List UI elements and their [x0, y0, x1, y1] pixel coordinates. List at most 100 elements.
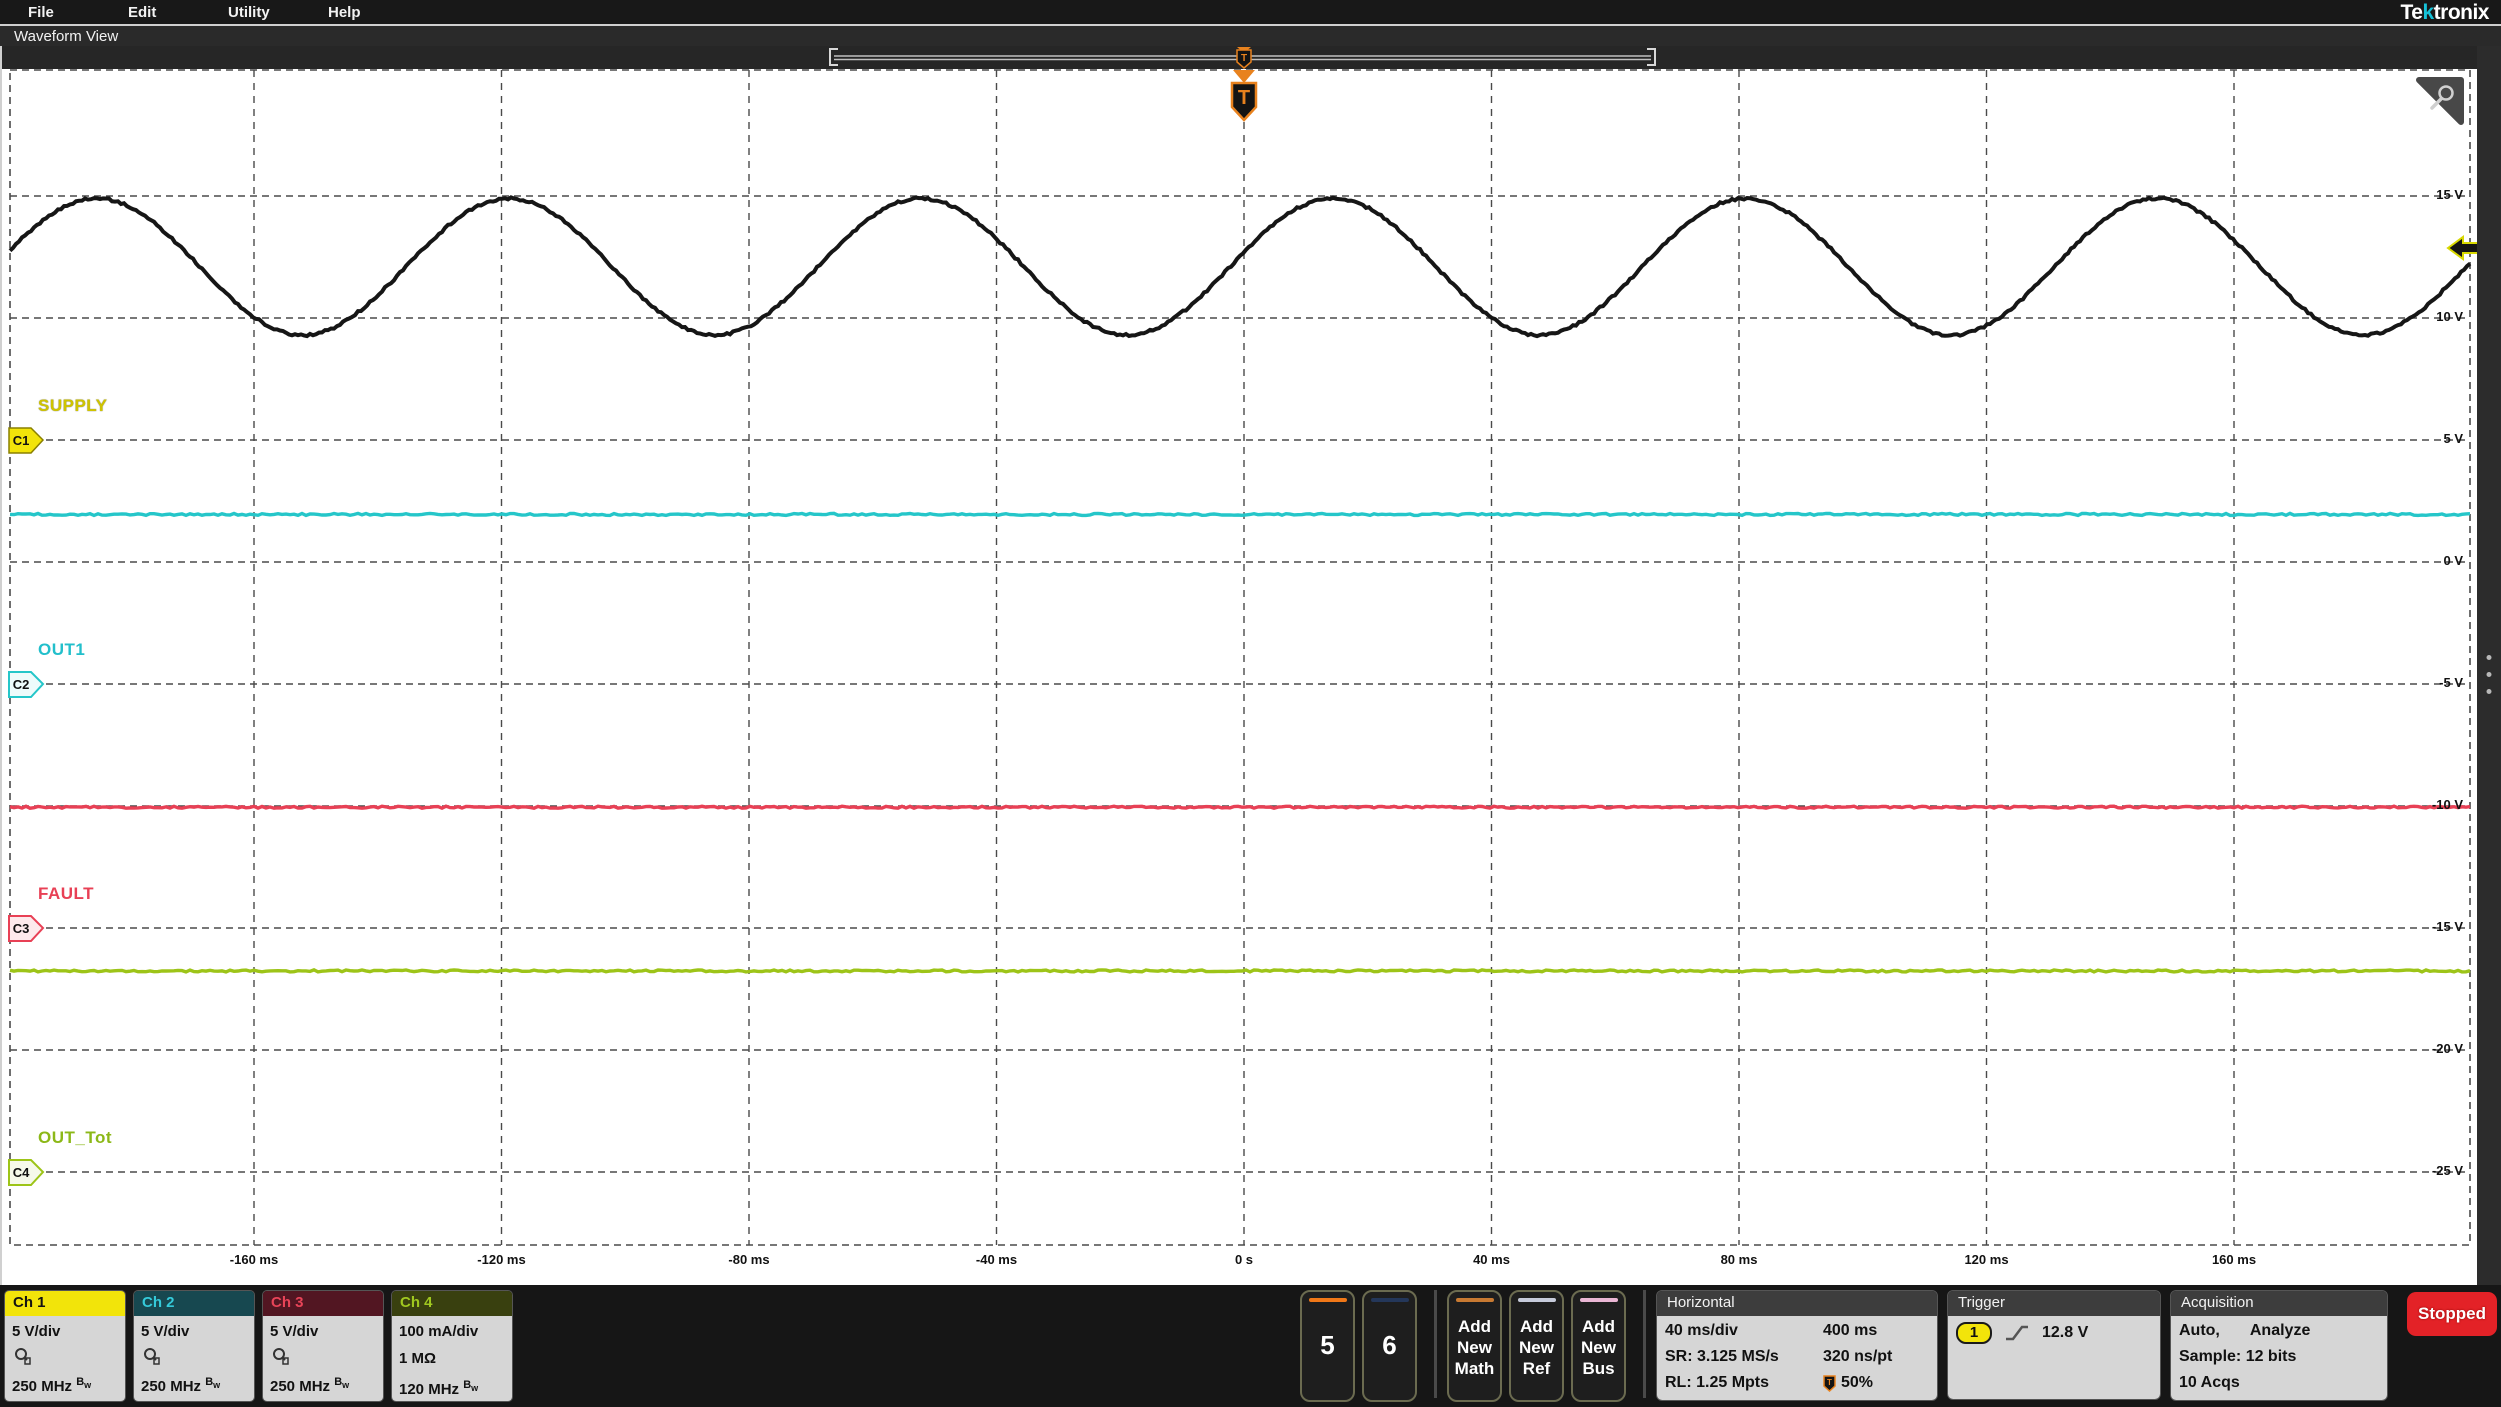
run-stop-button[interactable]: Stopped: [2407, 1292, 2497, 1336]
x-axis-label: -120 ms: [477, 1252, 526, 1267]
channel2-badge[interactable]: Ch 2 5 V/div 250 MHz Bw: [133, 1290, 255, 1402]
acquisition-analyze: Analyze: [2249, 1322, 2311, 1339]
channel4-name: Ch 4: [392, 1291, 512, 1316]
trigger-source-badge: 1: [1956, 1322, 1992, 1344]
menu-utility[interactable]: Utility: [228, 4, 314, 21]
trace-supply: [8, 195, 2472, 339]
y-axis-label: 15 V: [2436, 187, 2463, 202]
label-out-tot: OUT_Tot: [38, 1128, 113, 1147]
y-axis-label: -20 V: [2431, 1041, 2463, 1056]
label-supply: SUPPLY: [38, 396, 108, 415]
sample-rate: SR: 3.125 MS/s: [1665, 1348, 1779, 1365]
channel5-button[interactable]: 5: [1300, 1290, 1355, 1402]
channel2-ground-marker[interactable]: C2: [8, 671, 46, 698]
trigger-position-cell: T 50%: [1823, 1370, 1929, 1396]
y-axis-label: 10 V: [2436, 309, 2463, 324]
label-out1: OUT1: [38, 640, 86, 659]
channel2-bandwidth: 250 MHz Bw: [141, 1376, 221, 1395]
svg-text:C4: C4: [13, 1165, 30, 1180]
probe-icon: [12, 1345, 125, 1369]
view-title: Waveform View: [14, 27, 119, 45]
waveform-view-header: Waveform View: [0, 24, 2501, 46]
label-fault: FAULT: [38, 884, 95, 903]
time-per-point: 320 ns/pt: [1823, 1348, 1893, 1365]
x-axis-label: -40 ms: [975, 1252, 1018, 1267]
menu-bar: File Edit Utility Help Tektronix: [0, 0, 2501, 24]
channel6-button[interactable]: 6: [1362, 1290, 1417, 1402]
zoom-corner-button[interactable]: [2415, 76, 2465, 126]
y-axis-label: 0 V: [2443, 553, 2463, 568]
channel1-name: Ch 1: [5, 1291, 125, 1316]
trigger-time-flag[interactable]: T: [1224, 69, 1268, 127]
trigger-position-pct: 50%: [1841, 1374, 1874, 1391]
y-axis-label: -15 V: [2431, 919, 2463, 934]
channel4-scale: 100 mA/div: [399, 1323, 479, 1340]
channel3-bandwidth: 250 MHz Bw: [270, 1376, 350, 1395]
x-axis-label: 80 ms: [1720, 1252, 1758, 1267]
waveform-display: T T C1 C2 C3 C4 SUPPLY OUT1 FAULT OUT_To…: [0, 46, 2501, 1285]
trace-fault: [9, 804, 2471, 811]
trigger-panel[interactable]: Trigger 1 12.8 V: [1947, 1290, 2161, 1400]
add-new-bus-button[interactable]: Add New Bus: [1571, 1290, 1626, 1402]
x-axis-label: -80 ms: [728, 1252, 770, 1267]
channel5-color-bar: [1308, 1298, 1347, 1302]
channel4-bandwidth: 120 MHz Bw: [399, 1379, 479, 1398]
channel3-name: Ch 3: [263, 1291, 383, 1316]
trigger-flag-icon: T: [1823, 1374, 1836, 1392]
menu-edit[interactable]: Edit: [128, 4, 214, 21]
rising-edge-icon: [2006, 1325, 2028, 1341]
svg-text:C3: C3: [13, 921, 30, 936]
y-axis-label: -5 V: [2439, 675, 2463, 690]
channel6-color-bar: [1370, 1298, 1409, 1302]
channel2-scale: 5 V/div: [141, 1323, 190, 1340]
tektronix-logo: Tektronix: [2400, 1, 2490, 24]
channel4-impedance: 1 MΩ: [399, 1350, 437, 1367]
svg-text:C1: C1: [13, 433, 30, 448]
channel4-badge[interactable]: Ch 4 100 mA/div 1 MΩ 120 MHz Bw: [391, 1290, 513, 1402]
x-axis-label: -160 ms: [229, 1252, 279, 1267]
horizontal-panel[interactable]: Horizontal 40 ms/div 400 ms SR: 3.125 MS…: [1656, 1290, 1938, 1401]
trace-out_tot: [9, 968, 2471, 974]
math-color-bar: [1455, 1298, 1494, 1302]
acquisition-sample: Sample: 12 bits: [2179, 1348, 2297, 1365]
ref-color-bar: [1517, 1298, 1556, 1302]
acquisition-panel[interactable]: Acquisition Auto, Analyze Sample: 12 bit…: [2170, 1290, 2388, 1401]
channel6-label: 6: [1382, 1330, 1397, 1360]
probe-icon: [270, 1345, 383, 1369]
divider: [1643, 1290, 1646, 1398]
add-new-ref-button[interactable]: Add New Ref: [1509, 1290, 1564, 1402]
channel5-label: 5: [1320, 1330, 1335, 1360]
x-axis-label: 40 ms: [1473, 1252, 1510, 1267]
svg-text:T: T: [1238, 87, 1250, 109]
y-axis-label: -25 V: [2431, 1163, 2463, 1178]
channel1-scale: 5 V/div: [12, 1323, 61, 1340]
svg-text:T: T: [1827, 1378, 1832, 1387]
add-new-math-button[interactable]: Add New Math: [1447, 1290, 1502, 1402]
channel1-ground-marker[interactable]: C1: [8, 427, 46, 454]
x-axis-label: 120 ms: [1964, 1252, 2009, 1267]
horizontal-scale: 40 ms/div: [1665, 1322, 1738, 1339]
right-edge-strip: [2477, 46, 2501, 1285]
record-length: RL: 1.25 Mpts: [1665, 1374, 1770, 1391]
menu-file[interactable]: File: [28, 4, 114, 21]
drag-handle-dots[interactable]: [2486, 655, 2492, 694]
settings-bar: Ch 1 5 V/div 250 MHz Bw Ch 2 5 V/div 250…: [0, 1285, 2501, 1407]
bus-color-bar: [1579, 1298, 1618, 1302]
probe-icon: [141, 1345, 254, 1369]
grid-border: [9, 69, 2471, 1246]
y-axis-label: 5 V: [2443, 431, 2463, 446]
channel3-ground-marker[interactable]: C3: [8, 915, 46, 942]
acquisition-count: 10 Acqs: [2179, 1374, 2240, 1391]
x-axis-label: 0 s: [1234, 1252, 1254, 1267]
menu-help[interactable]: Help: [328, 4, 414, 21]
y-axis-label: -10 V: [2431, 797, 2463, 812]
horizontal-window: 400 ms: [1823, 1322, 1878, 1339]
channel1-badge[interactable]: Ch 1 5 V/div 250 MHz Bw: [4, 1290, 126, 1402]
divider: [1434, 1290, 1437, 1398]
channel2-name: Ch 2: [134, 1291, 254, 1316]
channel4-ground-marker[interactable]: C4: [8, 1159, 46, 1186]
acquisition-title: Acquisition: [2171, 1291, 2387, 1316]
channel3-badge[interactable]: Ch 3 5 V/div 250 MHz Bw: [262, 1290, 384, 1402]
svg-text:C2: C2: [13, 677, 30, 692]
channel1-bandwidth: 250 MHz Bw: [12, 1376, 92, 1395]
